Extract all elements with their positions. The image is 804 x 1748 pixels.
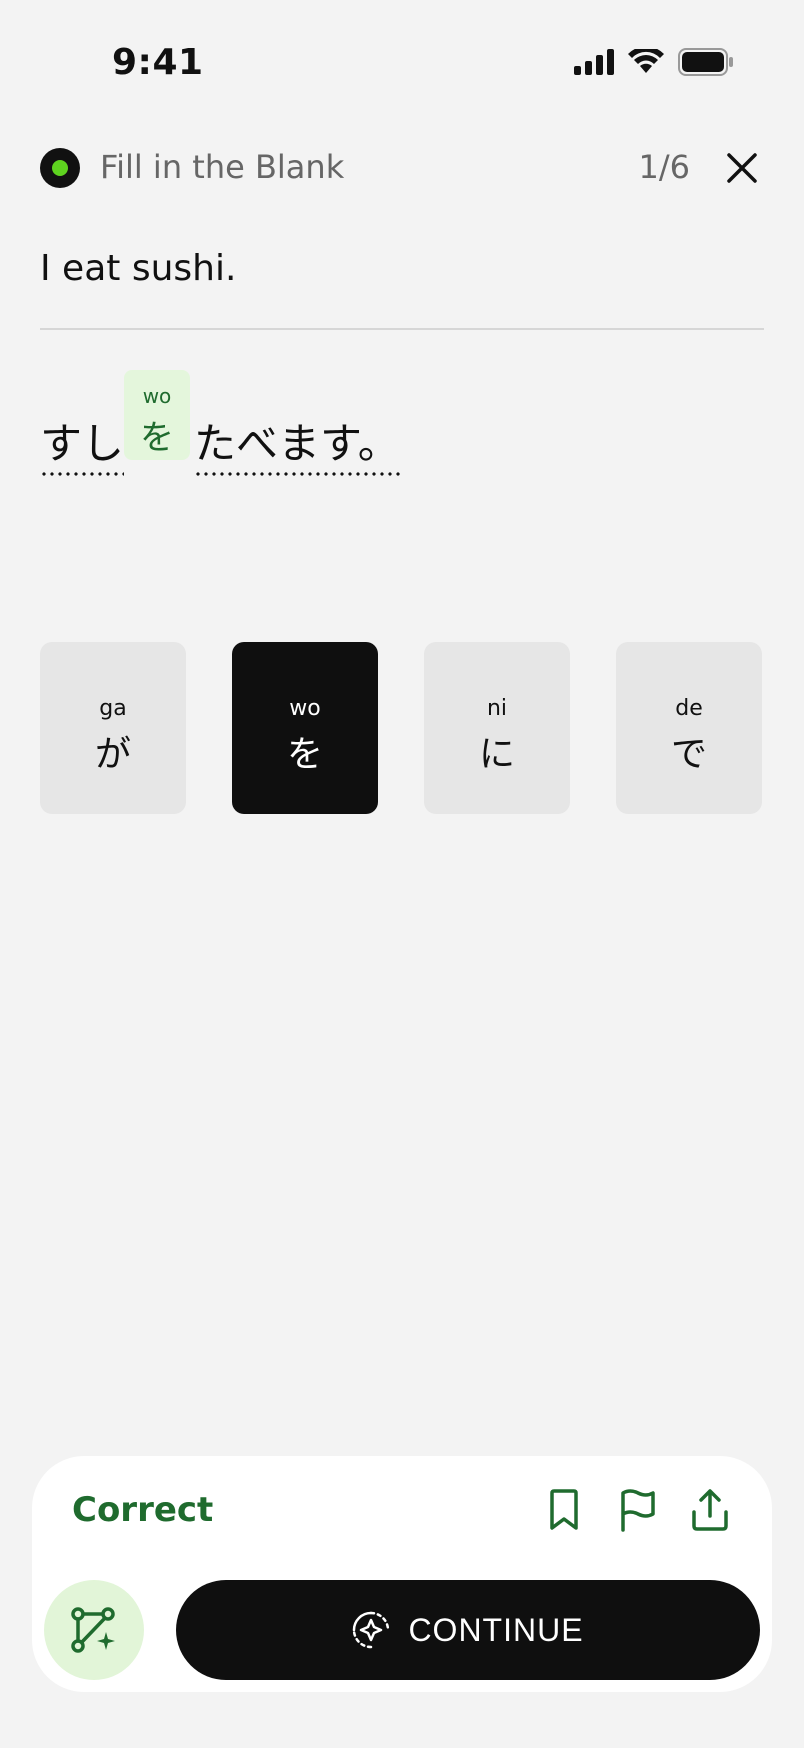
option-kana: に [478,734,515,775]
divider [40,328,764,330]
option-de[interactable]: de で [616,642,762,814]
option-romaji: ga [99,696,127,721]
option-kana: が [94,734,131,775]
bookmark-button[interactable] [540,1486,588,1534]
answer-options: ga が wo を ni に de で [40,642,762,814]
blank-kana: を [140,418,174,458]
sentence-word[interactable]: すし [40,410,125,477]
signal-icon [574,49,614,79]
option-ni[interactable]: ni に [424,642,570,814]
status-time: 9:41 [112,42,204,83]
sparkle-icon [353,1611,390,1649]
bookmark-icon [550,1489,578,1530]
status-bar: 9:41 [0,0,804,130]
progress-counter: 1/6 [638,148,691,186]
option-kana: を [286,734,323,775]
wifi-icon [628,46,664,79]
option-wo[interactable]: wo を [232,642,378,814]
exercise-title: Fill in the Blank [100,148,345,186]
close-icon [727,153,757,183]
share-icon [692,1489,728,1531]
vector-edit-icon [71,1607,115,1653]
option-romaji: wo [289,696,321,721]
continue-label: CONTINUE [408,1611,584,1648]
option-kana: で [670,734,707,775]
option-romaji: de [675,696,703,721]
feedback-status: Correct [72,1490,214,1530]
flag-icon [621,1489,655,1532]
option-romaji: ni [486,696,508,721]
close-button[interactable] [720,146,764,190]
status-icons [574,46,734,80]
exercise-header: Fill in the Blank 1/6 [40,140,764,196]
status-indicator-icon [40,148,80,188]
option-ga[interactable]: ga が [40,642,186,814]
explain-tool-button[interactable] [44,1580,144,1680]
blank-romaji: wo [142,384,172,408]
japanese-sentence: すし wo を たべます。 [40,370,764,477]
english-prompt: I eat sushi. [40,248,237,289]
battery-icon [678,48,734,80]
share-button[interactable] [686,1486,734,1534]
sentence-word[interactable]: たべます。 [194,410,400,477]
feedback-panel: Correct CONTINUE [32,1456,772,1692]
continue-button[interactable]: CONTINUE [176,1580,760,1680]
filled-blank[interactable]: wo を [124,370,190,460]
report-button[interactable] [614,1486,662,1534]
